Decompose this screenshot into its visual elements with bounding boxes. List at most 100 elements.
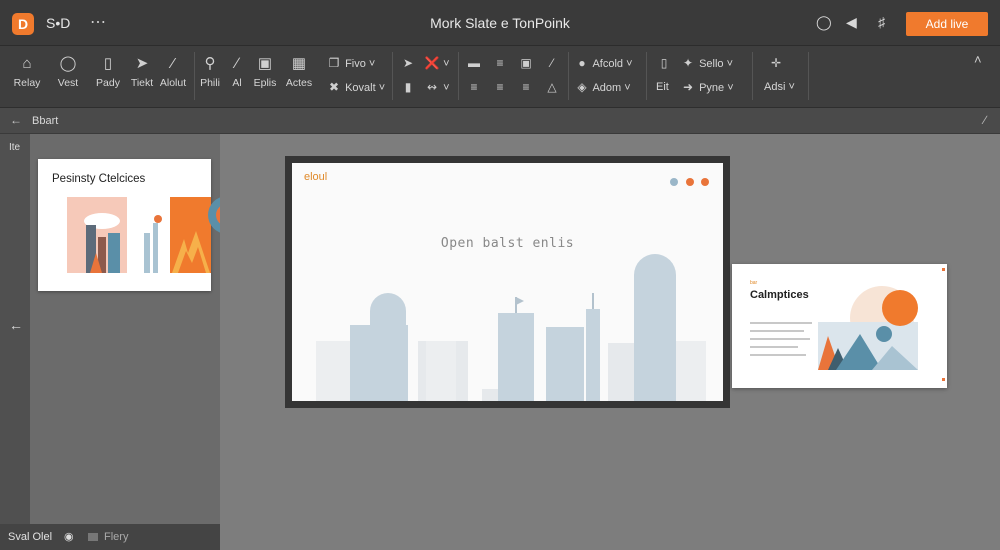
sello-dropdown[interactable]: ✦ Sello ˅	[680, 54, 733, 72]
vest-button[interactable]: ◯ Vest	[52, 54, 84, 89]
status-text: Sval Olel	[8, 531, 53, 543]
arrow-tool[interactable]: ➤	[400, 54, 416, 72]
kovalt-dropdown[interactable]: ✖ Kovalt ˅	[326, 78, 385, 96]
chevron-up-icon[interactable]: ˄	[974, 52, 982, 67]
align-top-icon: ≡	[470, 80, 478, 94]
phili-button[interactable]: ⚲ Phili	[196, 54, 224, 89]
ribbon-separator	[458, 52, 459, 100]
main-slide-frame[interactable]: eloul Open balst enlis	[285, 156, 730, 408]
align-center-tool[interactable]: ≡	[492, 54, 508, 72]
cross-icon: ✖	[328, 80, 340, 94]
align-left-tool[interactable]: ▬	[466, 54, 482, 72]
triangle-tool[interactable]: △	[544, 78, 560, 96]
magic-tool[interactable]: ↭ ˅	[424, 78, 450, 96]
frame-tool[interactable]: ▣	[518, 54, 534, 72]
brush-tool[interactable]: ⁄	[544, 54, 560, 72]
alolut-button[interactable]: ⁄ Alolut	[156, 54, 190, 89]
ai-button[interactable]: ∕ Al	[226, 54, 248, 89]
chevron-down-icon: ˅	[443, 82, 450, 94]
app-logo: D	[12, 13, 34, 35]
skyline-illustration	[316, 254, 706, 401]
play-back-icon[interactable]: ◀	[846, 14, 857, 31]
ribbon-separator	[752, 52, 753, 100]
grid-hash-icon[interactable]: ♯	[878, 14, 885, 30]
side-slide-preview[interactable]: bar Calmptices	[732, 264, 947, 388]
sparkle-icon: ✦	[682, 56, 694, 70]
file-tool[interactable]: ▮	[400, 78, 416, 96]
shape-tool[interactable]: ❌ ˅	[424, 54, 450, 72]
align-center-icon: ≡	[496, 56, 504, 70]
actes-button[interactable]: ▦ Actes	[282, 54, 316, 89]
chevron-down-icon: ˅	[443, 58, 450, 70]
afcold-dropdown[interactable]: ● Afcold ˅	[574, 54, 633, 72]
layout-tool[interactable]: ▯	[656, 54, 672, 72]
tag-icon: ➜	[682, 80, 694, 94]
more-dots-icon[interactable]: ⋯	[90, 12, 106, 32]
info-circle-icon[interactable]: ◯	[816, 14, 832, 31]
back-arrow-icon[interactable]: ←	[10, 113, 22, 127]
chevron-down-icon: ˅	[788, 81, 795, 93]
comment-icon: ▣	[257, 55, 273, 72]
magic-icon: ↭	[426, 80, 438, 94]
status-file: Flery	[104, 531, 129, 543]
move-tool[interactable]: ✛	[768, 54, 784, 72]
search-icon: ⚲	[204, 55, 216, 72]
rail-label: Ite	[9, 142, 21, 153]
wand-icon: ∕	[235, 55, 239, 72]
relay-button[interactable]: ⌂ Relay	[10, 54, 44, 89]
pencil-icon[interactable]: ∕	[984, 113, 986, 127]
align-top-tool[interactable]: ≡	[466, 78, 482, 96]
eplis-button[interactable]: ▣ Eplis	[250, 54, 280, 89]
columns-icon: ▯	[103, 55, 113, 72]
align-middle-icon: ≡	[496, 80, 504, 94]
ribbon-separator	[568, 52, 569, 100]
chevron-down-icon: ˅	[368, 58, 376, 70]
adsi-dropdown[interactable]: Adsi ˅	[764, 78, 795, 96]
breadcrumb-bar: ← Bbart ∕	[0, 108, 1000, 134]
file-icon: ▮	[404, 80, 412, 94]
align-left-icon: ▬	[468, 56, 480, 70]
ribbon-separator	[646, 52, 647, 100]
chevron-down-icon: ˅	[378, 82, 386, 94]
main-slide[interactable]: eloul Open balst enlis	[292, 163, 723, 401]
grid-icon: ▦	[291, 55, 307, 72]
shape-icon: ❌	[424, 56, 440, 70]
add-live-button[interactable]: Add live	[906, 12, 988, 36]
left-rail: Ite ←	[0, 134, 30, 524]
person-icon: ●	[578, 56, 586, 70]
file-icon	[88, 533, 98, 541]
fivo-dropdown[interactable]: ❐ Fivo ˅	[326, 54, 376, 72]
align-middle-tool[interactable]: ≡	[492, 78, 508, 96]
triangle-icon: △	[547, 80, 557, 94]
home-icon: ⌂	[22, 55, 32, 72]
frame-icon: ▣	[520, 56, 532, 70]
eit-tool[interactable]: Eit	[656, 78, 669, 96]
title-bar: D S•D ⋯ Mork Slate e TonPoink ◯ ◀ ♯ Add …	[0, 0, 1000, 46]
align-right-tool[interactable]: ≡	[518, 78, 534, 96]
status-bar: Sval Olel ◉ Flery	[0, 524, 220, 550]
layout-icon: ▯	[660, 56, 668, 70]
arrow-icon: ➤	[402, 56, 414, 70]
pen-icon: ⁄	[171, 55, 175, 72]
people-icon: ◈	[577, 80, 587, 94]
adom-dropdown[interactable]: ◈ Adom ˅	[574, 78, 631, 96]
pady-button[interactable]: ▯ Pady	[92, 54, 124, 89]
chevron-down-icon: ˅	[624, 82, 631, 94]
crop-icon: ❐	[328, 56, 340, 70]
tiekt-button[interactable]: ➤ Tiekt	[126, 54, 158, 89]
ribbon-separator	[808, 52, 809, 100]
pyne-dropdown[interactable]: ➜ Pyne ˅	[680, 78, 734, 96]
app-name: S•D	[46, 15, 71, 31]
breadcrumb: Bbart	[32, 115, 59, 127]
brush-icon: ⁄	[550, 56, 553, 70]
align-right-icon: ≡	[522, 80, 530, 94]
slide-thumbnail[interactable]: Pesinsty Ctelcices	[38, 159, 211, 291]
sync-icon[interactable]: ◉	[64, 530, 74, 543]
chevron-down-icon: ˅	[726, 58, 734, 70]
left-arrow-icon[interactable]: ←	[9, 317, 23, 333]
ribbon-separator	[392, 52, 393, 100]
chevron-down-icon: ˅	[626, 58, 633, 70]
chevron-down-icon: ˅	[727, 82, 734, 94]
ribbon-separator	[194, 52, 195, 100]
move-icon: ✛	[770, 56, 782, 70]
